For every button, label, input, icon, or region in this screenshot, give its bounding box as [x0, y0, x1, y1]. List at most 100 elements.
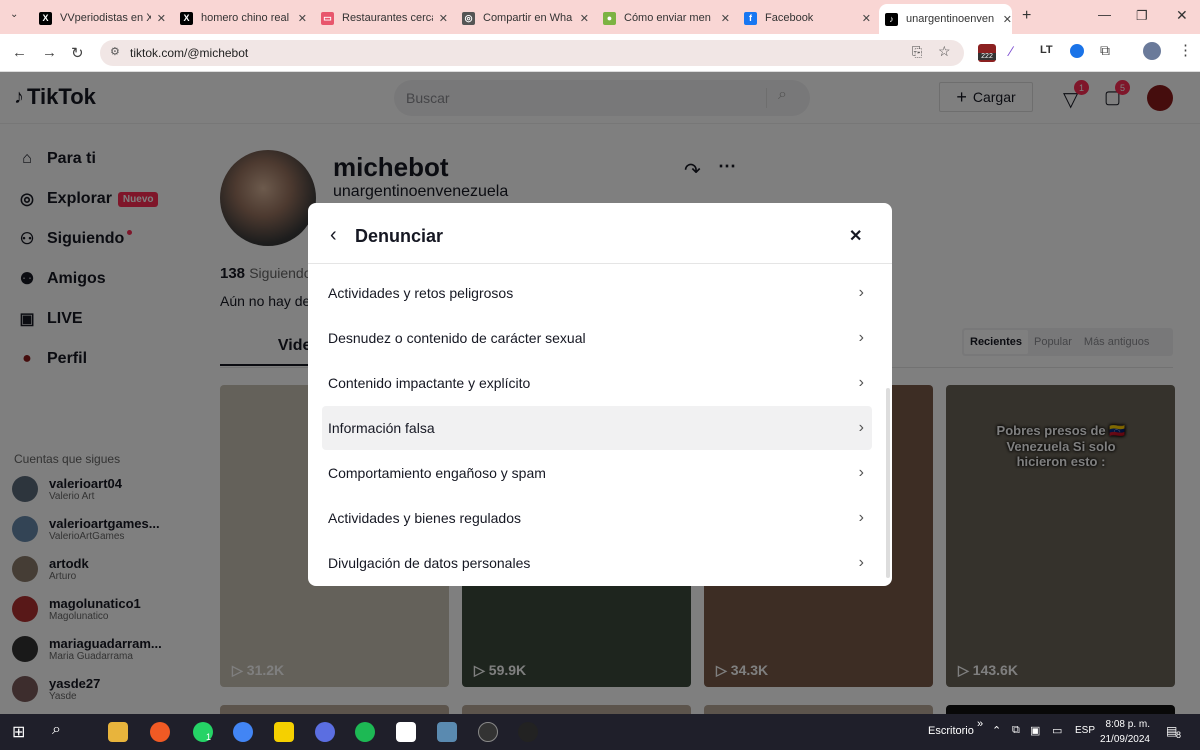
browser-menu-icon[interactable]: ⋮ [1178, 41, 1193, 59]
tab-title: Facebook [765, 12, 814, 24]
report-option-label: Actividades y bienes regulados [328, 510, 522, 526]
url-text: tiktok.com/@michebot [130, 46, 249, 60]
report-option[interactable]: Contenido impactante y explícito › [322, 361, 872, 405]
new-tab-button[interactable]: + [1022, 7, 1031, 25]
tab-favicon-icon: f [744, 11, 757, 25]
report-option[interactable]: Divulgación de datos personales › [322, 541, 872, 585]
windows-taskbar: ⊞ ⌕ 1 Escritorio » ⌃ ⧉ ▣ ▭ ESP 8:08 p. m… [0, 714, 1200, 750]
network-icon[interactable]: ▭ [1052, 724, 1062, 737]
sticky-notes-icon[interactable] [274, 722, 294, 742]
browser-tab[interactable]: f Facebook ✕ [738, 6, 871, 30]
brave-icon[interactable] [150, 722, 170, 742]
extensions-puzzle-icon[interactable]: ⧉ [1100, 42, 1110, 59]
report-option-label: Desnudez o contenido de carácter sexual [328, 330, 586, 346]
reload-icon[interactable]: ↻ [71, 44, 84, 62]
close-modal-icon[interactable]: ✕ [849, 226, 862, 246]
report-option-label: Información falsa [328, 420, 435, 436]
chevron-right-icon: › [858, 329, 864, 346]
clock-date[interactable]: 21/09/2024 [1090, 734, 1150, 745]
translate-extension-icon[interactable]: LT [1040, 44, 1053, 56]
desktop-chevron-icon[interactable]: » [977, 718, 983, 730]
tab-title: unargentinoenven [906, 13, 995, 25]
tab-title: homero chino real [201, 12, 290, 24]
tab-title: Restaurantes cerca [342, 12, 433, 24]
tab-title: Compartir en Wha [483, 12, 573, 24]
report-option-label: Contenido impactante y explícito [328, 375, 531, 391]
back-icon[interactable]: ← [12, 44, 27, 61]
browser-profile-avatar[interactable] [1143, 42, 1161, 60]
tab-title: VVperiodistas en X [60, 12, 151, 24]
bookmark-star-icon[interactable]: ☆ [938, 43, 951, 60]
document-icon[interactable] [396, 722, 416, 742]
browser-tab-bar: ⌄ X VVperiodistas en X ✕ Xhomero chino real… [0, 0, 1200, 34]
browser-tab[interactable]: ▭ Restaurantes cerca ✕ [315, 6, 448, 30]
report-option-label: Divulgación de datos personales [328, 555, 531, 571]
tab-favicon-icon: ◎ [462, 11, 475, 25]
chevron-right-icon: › [858, 374, 864, 391]
browser-tab[interactable]: Xhomero chino real ✕ [174, 6, 307, 30]
forward-icon[interactable]: → [42, 44, 57, 61]
address-bar[interactable]: ⚙ tiktok.com/@michebot ⎘ ☆ [100, 40, 964, 66]
report-option[interactable]: Comportamiento engañoso y spam › [322, 451, 872, 495]
report-option[interactable]: Información falsa › [322, 406, 872, 450]
browser-toolbar: ← → ↻ ⚙ tiktok.com/@michebot ⎘ ☆ 222 ∕ L… [0, 34, 1200, 72]
tab-favicon-icon: ● [603, 11, 616, 25]
chevron-right-icon: › [858, 284, 864, 301]
tab-close-icon[interactable]: ✕ [439, 12, 448, 25]
install-app-icon[interactable]: ⎘ [912, 44, 922, 60]
modal-scrollbar[interactable] [886, 388, 890, 578]
tray-icon-2[interactable]: ▣ [1030, 724, 1040, 737]
notifications-count: 8 [1176, 730, 1182, 740]
windows-start-icon[interactable]: ⊞ [12, 722, 25, 742]
back-arrow-icon[interactable]: ‹ [330, 224, 337, 247]
app-icon[interactable] [315, 722, 335, 742]
restore-icon[interactable]: ❐ [1136, 8, 1148, 24]
tab-favicon-icon: X [39, 11, 52, 25]
browser-tab[interactable]: ♪ unargentinoenven ✕ [879, 4, 1012, 34]
report-option[interactable]: Actividades y retos peligrosos › [322, 271, 872, 315]
tray-icon-1[interactable]: ⧉ [1012, 724, 1020, 737]
extension-counter-icon[interactable]: 222 [978, 44, 996, 62]
tab-close-icon[interactable]: ✕ [157, 12, 166, 25]
chevron-right-icon: › [858, 554, 864, 571]
site-info-icon[interactable]: ⚙ [110, 45, 120, 58]
tiktok-taskbar-icon[interactable] [518, 722, 538, 742]
tab-close-icon[interactable]: ✕ [580, 12, 589, 25]
tab-close-icon[interactable]: ✕ [721, 12, 730, 25]
clock-time[interactable]: 8:08 p. m. [1100, 719, 1150, 730]
minimize-icon[interactable]: — [1098, 7, 1111, 22]
app-icon-3[interactable] [478, 722, 498, 742]
tab-search-chevron-icon[interactable]: ⌄ [10, 9, 18, 20]
chevron-right-icon: › [858, 419, 864, 436]
desktop-label[interactable]: Escritorio [928, 725, 974, 737]
report-option[interactable]: Desnudez o contenido de carácter sexual › [322, 316, 872, 360]
browser-tab[interactable]: ◎ Compartir en Wha ✕ [456, 6, 589, 30]
app-icon-2[interactable] [437, 722, 457, 742]
browser-tab[interactable]: X VVperiodistas en X ✕ [33, 6, 166, 30]
taskbar-search-icon[interactable]: ⌕ [52, 721, 61, 739]
pen-extension-icon[interactable]: ∕ [1010, 43, 1012, 59]
tab-close-icon[interactable]: ✕ [862, 12, 871, 25]
report-option[interactable]: Actividades y bienes regulados › [322, 496, 872, 540]
tab-favicon-icon: X [180, 11, 193, 25]
modal-title: Denunciar [355, 226, 444, 246]
whatsapp-badge: 1 [206, 732, 212, 742]
chrome-icon[interactable] [233, 722, 253, 742]
browser-tab[interactable]: ● Cómo enviar men ✕ [597, 6, 730, 30]
extension-count: 222 [978, 53, 996, 60]
report-option-label: Comportamiento engañoso y spam [328, 465, 546, 481]
report-option-label: Actividades y retos peligrosos [328, 285, 514, 301]
report-modal: ‹ Denunciar ✕ Actividades y retos peligr… [308, 203, 892, 586]
modal-header: ‹ Denunciar ✕ [308, 203, 892, 264]
close-window-icon[interactable]: ✕ [1176, 7, 1188, 24]
file-explorer-icon[interactable] [108, 722, 128, 742]
tab-title: Cómo enviar men [624, 12, 711, 24]
tab-close-icon[interactable]: ✕ [1003, 13, 1012, 26]
extension-icon[interactable] [1070, 44, 1084, 58]
tray-up-icon[interactable]: ⌃ [992, 724, 1001, 737]
tab-favicon-icon: ▭ [321, 11, 334, 25]
spotify-icon[interactable] [355, 722, 375, 742]
chevron-right-icon: › [858, 464, 864, 481]
tab-favicon-icon: ♪ [885, 12, 898, 26]
tab-close-icon[interactable]: ✕ [298, 12, 307, 25]
